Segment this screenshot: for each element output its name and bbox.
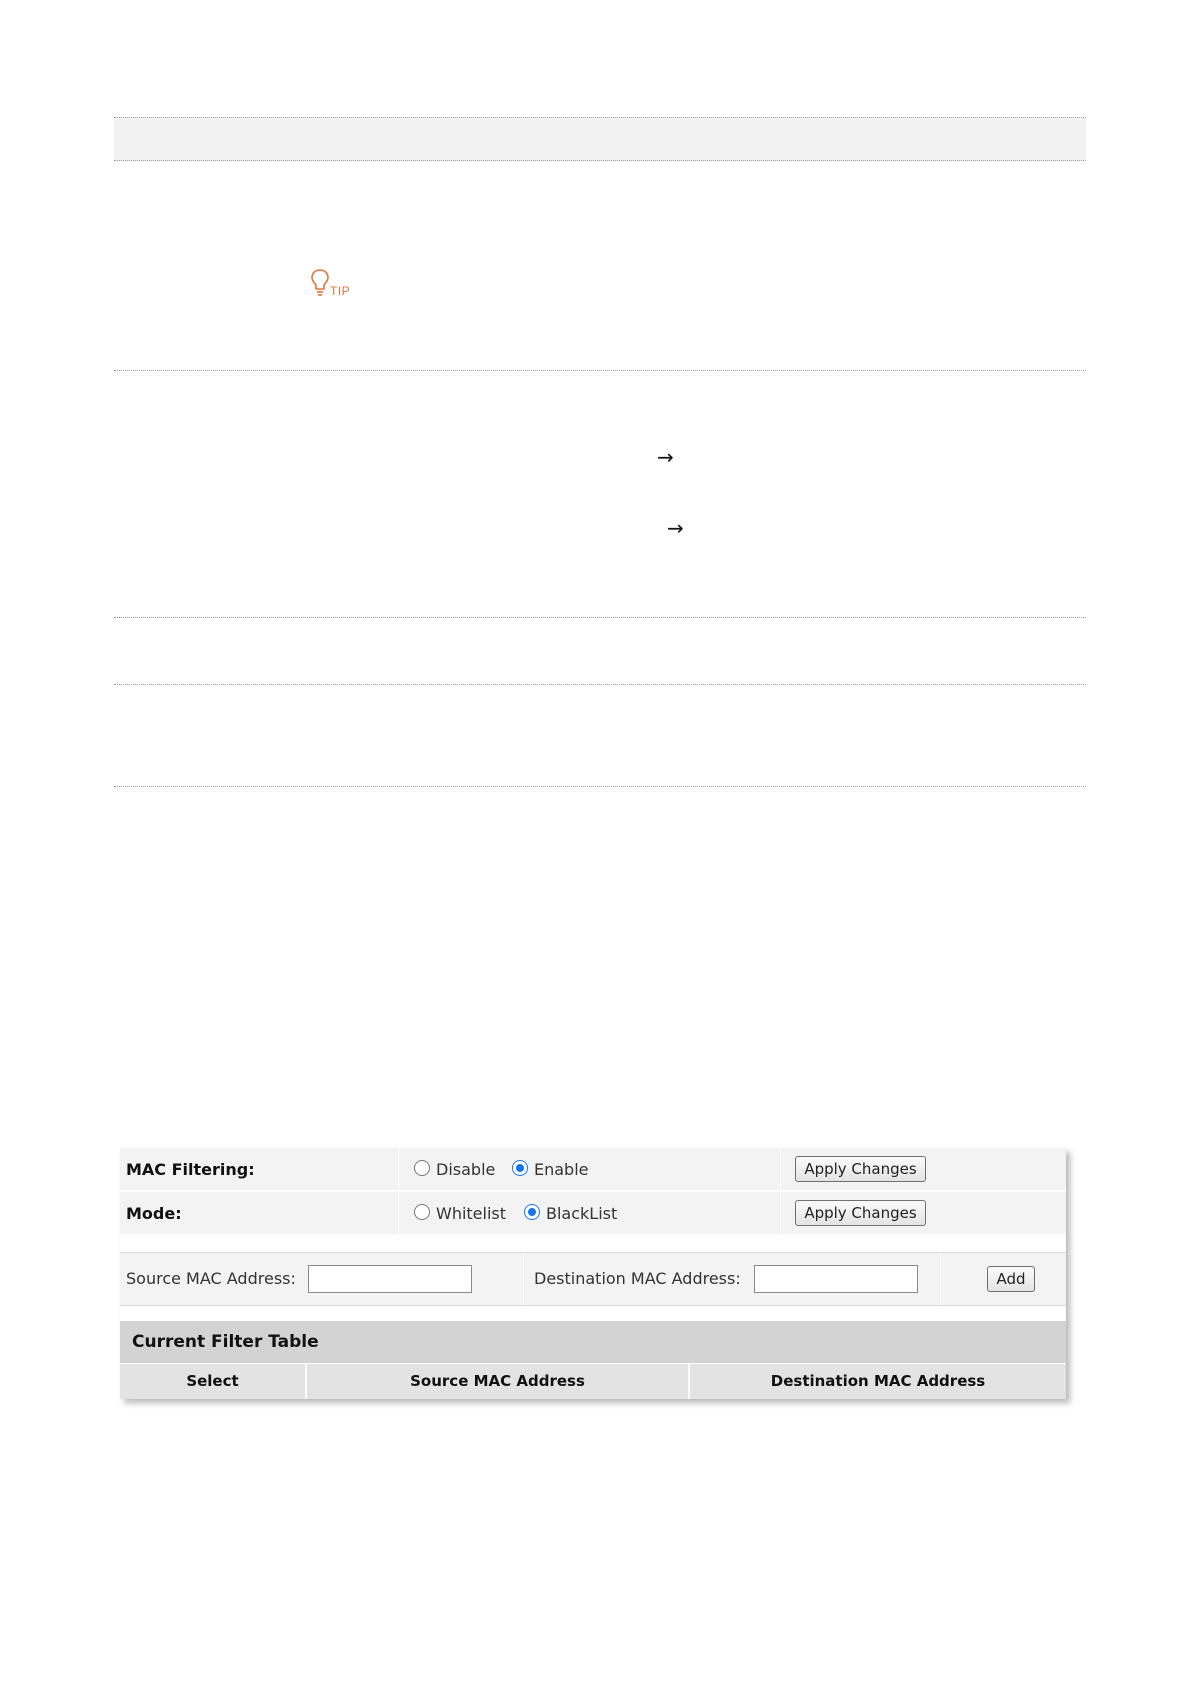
enable-radio[interactable]: [512, 1160, 528, 1176]
column-header-destination-mac: Destination MAC Address: [770, 1372, 986, 1390]
apply-changes-mode-button[interactable]: Apply Changes: [795, 1200, 926, 1226]
cell-divider: [398, 1192, 399, 1234]
column-header-select: Select: [186, 1372, 239, 1390]
cell-divider: [523, 1253, 524, 1305]
cell-divider: [780, 1192, 781, 1234]
destination-mac-input[interactable]: [754, 1265, 918, 1293]
arrow-glyph: →: [667, 516, 684, 540]
mac-filter-panel: MAC Filtering: Disable Enable Apply Chan…: [120, 1148, 1066, 1399]
whitelist-radio-label[interactable]: Whitelist: [436, 1204, 506, 1223]
source-mac-label: Source MAC Address:: [126, 1269, 296, 1288]
section-divider: [114, 617, 1086, 618]
tip-label: TIP: [330, 284, 351, 298]
filter-table-title: Current Filter Table: [132, 1332, 319, 1352]
disable-radio-label[interactable]: Disable: [436, 1160, 495, 1179]
source-mac-input[interactable]: [308, 1265, 472, 1293]
arrow-glyph: →: [657, 445, 674, 469]
mac-filtering-label: MAC Filtering:: [126, 1160, 255, 1179]
column-header-source-mac: Source MAC Address: [410, 1372, 585, 1390]
destination-mac-label: Destination MAC Address:: [534, 1269, 741, 1288]
tip-marker: TIP: [310, 268, 370, 300]
blacklist-radio-label[interactable]: BlackList: [546, 1204, 617, 1223]
header-band: [114, 117, 1086, 161]
disable-radio[interactable]: [414, 1160, 430, 1176]
section-divider: [114, 684, 1086, 685]
cell-divider: [780, 1148, 781, 1190]
apply-changes-filtering-button[interactable]: Apply Changes: [795, 1156, 926, 1182]
enable-radio-label[interactable]: Enable: [534, 1160, 589, 1179]
mode-row: Mode: Whitelist BlackList Apply Changes: [120, 1192, 1066, 1234]
whitelist-radio[interactable]: [414, 1204, 430, 1220]
blacklist-radio[interactable]: [524, 1204, 540, 1220]
mode-label: Mode:: [126, 1204, 182, 1223]
section-divider: [114, 786, 1086, 787]
add-filter-row: Source MAC Address: Destination MAC Addr…: [120, 1252, 1066, 1306]
filter-table-header: Current Filter Table: [120, 1321, 1066, 1363]
cell-divider: [398, 1148, 399, 1190]
filter-table-columns: Select Source MAC Address Destination MA…: [120, 1364, 1066, 1399]
section-divider: [114, 370, 1086, 371]
add-button[interactable]: Add: [987, 1266, 1035, 1292]
mac-filtering-row: MAC Filtering: Disable Enable Apply Chan…: [120, 1148, 1066, 1190]
cell-divider: [940, 1253, 941, 1305]
lightbulb-icon: [311, 269, 329, 296]
